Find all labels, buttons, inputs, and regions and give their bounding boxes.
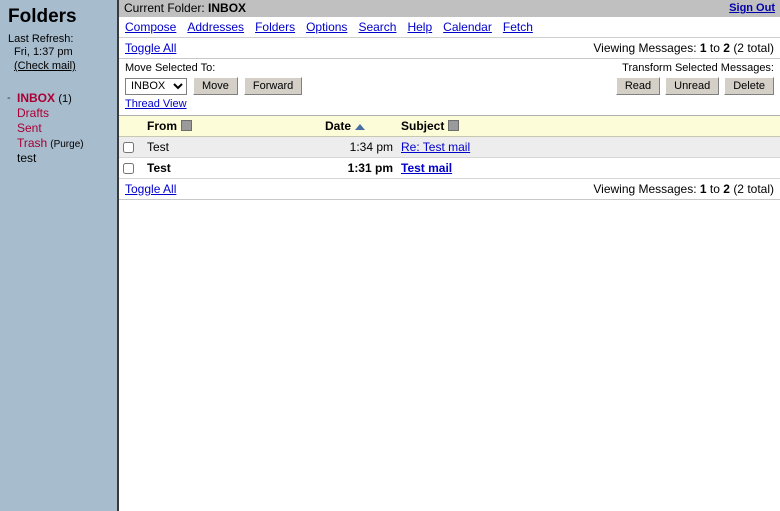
viewing-to-word-bottom: to bbox=[709, 182, 720, 196]
last-refresh-time: Fri, 1:37 pm bbox=[14, 46, 73, 58]
header-subject[interactable]: Subject bbox=[397, 115, 780, 137]
nav-link-fetch[interactable]: Fetch bbox=[503, 20, 533, 34]
viewing-total-bottom: (2 total) bbox=[733, 182, 774, 196]
row-from-cell: Test bbox=[143, 157, 321, 179]
message-actions-panel: Move Selected To: Transform Selected Mes… bbox=[119, 59, 780, 112]
viewing-prefix-top: Viewing Messages: bbox=[593, 41, 697, 55]
row-date-cell: 1:34 pm bbox=[321, 136, 397, 158]
folder-purge-link[interactable]: (Purge) bbox=[50, 139, 83, 150]
thread-view-link[interactable]: Thread View bbox=[125, 98, 187, 110]
last-refresh-block: Last Refresh: Fri, 1:37 pm (Check mail) bbox=[0, 31, 117, 73]
message-list-table: From Date Subject Test 1:34 pm Re: Test … bbox=[119, 115, 780, 179]
main-panel: Current Folder: INBOX Sign Out Compose Ad… bbox=[119, 0, 780, 511]
header-subject-label: Subject bbox=[401, 119, 445, 133]
current-folder-value: INBOX bbox=[208, 1, 247, 15]
header-date-label: Date bbox=[325, 119, 352, 133]
viewing-messages-top: Viewing Messages: 1 to 2 (2 total) bbox=[593, 41, 774, 55]
table-row[interactable]: Test 1:31 pm Test mail bbox=[119, 157, 780, 179]
viewing-from-bottom: 1 bbox=[699, 182, 707, 196]
sort-box-subject-icon[interactable] bbox=[448, 120, 460, 131]
folder-link-drafts[interactable]: Drafts bbox=[17, 106, 49, 120]
move-target-folder-select[interactable]: INBOX Drafts Sent Trash test bbox=[125, 77, 187, 95]
viewing-messages-bottom: Viewing Messages: 1 to 2 (2 total) bbox=[593, 182, 774, 196]
folder-link-inbox[interactable]: INBOX bbox=[17, 91, 55, 105]
list-header-strip: Toggle All Viewing Messages: 1 to 2 (2 t… bbox=[119, 38, 780, 59]
viewing-from-top: 1 bbox=[699, 41, 707, 55]
message-list-body: Test 1:34 pm Re: Test mail Test 1:31 pm … bbox=[119, 136, 780, 179]
nav-link-folders[interactable]: Folders bbox=[255, 20, 295, 34]
move-controls: INBOX Drafts Sent Trash test Move Forwar… bbox=[125, 77, 303, 95]
viewing-prefix-bottom: Viewing Messages: bbox=[593, 182, 697, 196]
viewing-to-word-top: to bbox=[709, 41, 720, 55]
folder-link-test[interactable]: test bbox=[17, 151, 36, 165]
current-folder-label: Current Folder: bbox=[124, 1, 205, 15]
viewing-to-bottom: 2 bbox=[723, 182, 730, 196]
row-date-cell: 1:31 pm bbox=[321, 157, 397, 179]
toggle-all-link-bottom[interactable]: Toggle All bbox=[125, 182, 176, 196]
last-refresh-label: Last Refresh: bbox=[8, 33, 74, 45]
header-from-label: From bbox=[147, 119, 177, 133]
message-subject-link[interactable]: Test mail bbox=[401, 161, 452, 175]
sidebar-item-test[interactable]: test bbox=[7, 151, 117, 166]
row-select-cell[interactable] bbox=[119, 136, 143, 158]
folder-expand-dash: - bbox=[7, 92, 11, 104]
message-list-header-row: From Date Subject bbox=[119, 115, 780, 137]
sidebar-item-drafts[interactable]: Drafts bbox=[7, 106, 117, 121]
delete-button[interactable]: Delete bbox=[724, 77, 774, 95]
move-selected-label: Move Selected To: bbox=[125, 62, 216, 74]
viewing-to-top: 2 bbox=[723, 41, 730, 55]
mark-unread-button[interactable]: Unread bbox=[665, 77, 720, 95]
navigation-bar: Compose Addresses Folders Options Search Help… bbox=[119, 17, 780, 38]
nav-link-calendar[interactable]: Calendar bbox=[443, 20, 492, 34]
current-folder-text: Current Folder: INBOX bbox=[124, 0, 246, 17]
row-from-cell: Test bbox=[143, 136, 321, 158]
nav-link-search[interactable]: Search bbox=[358, 20, 396, 34]
nav-link-options[interactable]: Options bbox=[306, 20, 347, 34]
check-mail-link[interactable]: (Check mail) bbox=[14, 60, 76, 73]
toggle-all-link-top[interactable]: Toggle All bbox=[125, 41, 176, 55]
nav-link-addresses[interactable]: Addresses bbox=[187, 20, 244, 34]
row-select-cell[interactable] bbox=[119, 157, 143, 179]
message-list-head: From Date Subject bbox=[119, 115, 780, 137]
folders-sidebar: Folders Last Refresh: Fri, 1:37 pm (Chec… bbox=[0, 0, 119, 511]
nav-link-help[interactable]: Help bbox=[407, 20, 432, 34]
row-subject-cell[interactable]: Test mail bbox=[397, 157, 780, 179]
sign-out-link[interactable]: Sign Out bbox=[729, 0, 775, 17]
folders-title: Folders bbox=[8, 6, 77, 27]
squirrelmail-app: Folders Last Refresh: Fri, 1:37 pm (Chec… bbox=[0, 0, 780, 511]
panel-label-row: Move Selected To: Transform Selected Mes… bbox=[125, 62, 774, 75]
current-folder-bar: Current Folder: INBOX Sign Out bbox=[119, 0, 780, 17]
transform-controls: Read Unread Delete bbox=[615, 77, 774, 95]
sidebar-item-inbox[interactable]: - INBOX (1) bbox=[7, 91, 117, 106]
folder-link-trash[interactable]: Trash bbox=[17, 136, 47, 150]
folder-list: - INBOX (1) Drafts Sent Trash (Purge) test bbox=[0, 91, 117, 166]
viewing-total-top: (2 total) bbox=[733, 41, 774, 55]
mark-read-button[interactable]: Read bbox=[615, 77, 661, 95]
folder-unread-count-inbox: (1) bbox=[58, 93, 72, 105]
row-subject-cell[interactable]: Re: Test mail bbox=[397, 136, 780, 158]
table-row[interactable]: Test 1:34 pm Re: Test mail bbox=[119, 136, 780, 158]
message-checkbox[interactable] bbox=[123, 142, 134, 154]
forward-button[interactable]: Forward bbox=[243, 77, 303, 95]
header-from[interactable]: From bbox=[143, 115, 321, 137]
header-select-column bbox=[119, 115, 143, 137]
list-footer-strip: Toggle All Viewing Messages: 1 to 2 (2 t… bbox=[119, 179, 780, 200]
nav-link-compose[interactable]: Compose bbox=[125, 20, 176, 34]
sort-box-from-icon[interactable] bbox=[181, 120, 192, 131]
sidebar-item-sent[interactable]: Sent bbox=[7, 121, 117, 136]
move-button[interactable]: Move bbox=[193, 77, 238, 95]
header-date[interactable]: Date bbox=[321, 115, 397, 137]
message-subject-link[interactable]: Re: Test mail bbox=[401, 140, 470, 154]
message-checkbox[interactable] bbox=[123, 163, 134, 175]
transform-selected-label: Transform Selected Messages: bbox=[622, 62, 774, 74]
sidebar-item-trash[interactable]: Trash (Purge) bbox=[7, 136, 117, 151]
panel-control-row: INBOX Drafts Sent Trash test Move Forwar… bbox=[125, 77, 774, 95]
folder-link-sent[interactable]: Sent bbox=[17, 121, 42, 135]
sort-ascending-triangle-icon[interactable] bbox=[355, 124, 366, 130]
